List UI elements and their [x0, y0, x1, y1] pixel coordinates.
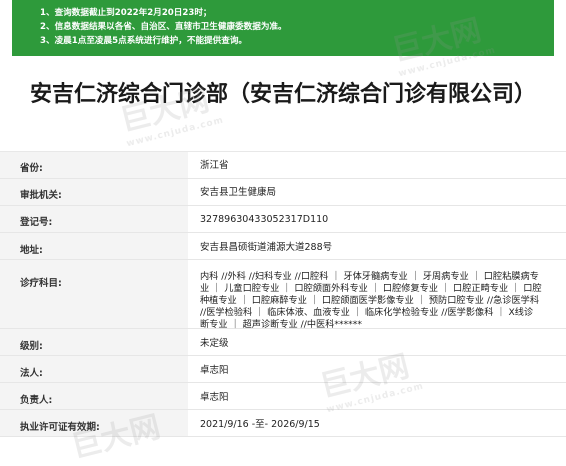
label-treatment-subjects: 诊疗科目:: [20, 278, 62, 289]
row-treatment-subjects: 诊疗科目: 内科 //外科 //妇科专业 //口腔科 ｜ 牙体牙髓病专业 ｜ 牙…: [0, 260, 566, 330]
value-treatment-subjects: 内科 //外科 //妇科专业 //口腔科 ｜ 牙体牙髓病专业 ｜ 牙周病专业 ｜…: [200, 271, 542, 330]
value-legal-person: 卓志阳: [200, 365, 229, 376]
value-address: 安吉县昌硕街道浦源大道288号: [200, 242, 333, 253]
value-person-in-charge: 卓志阳: [200, 392, 229, 403]
row-approval-authority: 审批机关: 安吉县卫生健康局: [0, 179, 566, 206]
value-approval-authority: 安吉县卫生健康局: [200, 187, 277, 198]
notice-line-1: 1、查询数据截止到2022年2月20日23时；: [40, 8, 212, 18]
notice-banner: 1、查询数据截止到2022年2月20日23时； 2、信息数据结果以各省、自治区、…: [12, 0, 554, 56]
label-person-in-charge: 负责人:: [20, 395, 53, 406]
row-license-validity: 执业许可证有效期: 2021/9/16 -至- 2026/9/15: [0, 410, 566, 437]
row-address: 地址: 安吉县昌硕街道浦源大道288号: [0, 233, 566, 260]
label-approval-authority: 审批机关:: [20, 190, 62, 201]
row-registration-number: 登记号: 32789630433052317D110: [0, 206, 566, 233]
row-person-in-charge: 负责人: 卓志阳: [0, 383, 566, 410]
label-province: 省份:: [20, 163, 43, 174]
page-title: 安吉仁济综合门诊部（安吉仁济综合门诊有限公司）: [29, 82, 536, 107]
notice-line-2: 2、信息数据结果以各省、自治区、直辖市卫生健康委数据为准。: [40, 22, 287, 32]
row-province: 省份: 浙江省: [0, 152, 566, 179]
label-legal-person: 法人:: [20, 368, 43, 379]
label-address: 地址:: [20, 245, 43, 256]
info-table: 省份: 浙江省 审批机关: 安吉县卫生健康局 登记号: 327896304330…: [0, 152, 566, 437]
notice-line-3: 3、凌晨1点至凌晨5点系统进行维护，不能提供查询。: [40, 36, 248, 46]
row-legal-person: 法人: 卓志阳: [0, 356, 566, 383]
label-registration-number: 登记号:: [20, 217, 53, 228]
label-license-validity: 执业许可证有效期:: [20, 422, 100, 433]
value-level: 未定级: [200, 338, 229, 349]
value-province: 浙江省: [200, 160, 229, 171]
value-license-validity: 2021/9/16 -至- 2026/9/15: [200, 419, 320, 430]
value-registration-number: 32789630433052317D110: [200, 214, 329, 225]
label-level: 级别:: [20, 341, 43, 352]
row-level: 级别: 未定级: [0, 329, 566, 356]
